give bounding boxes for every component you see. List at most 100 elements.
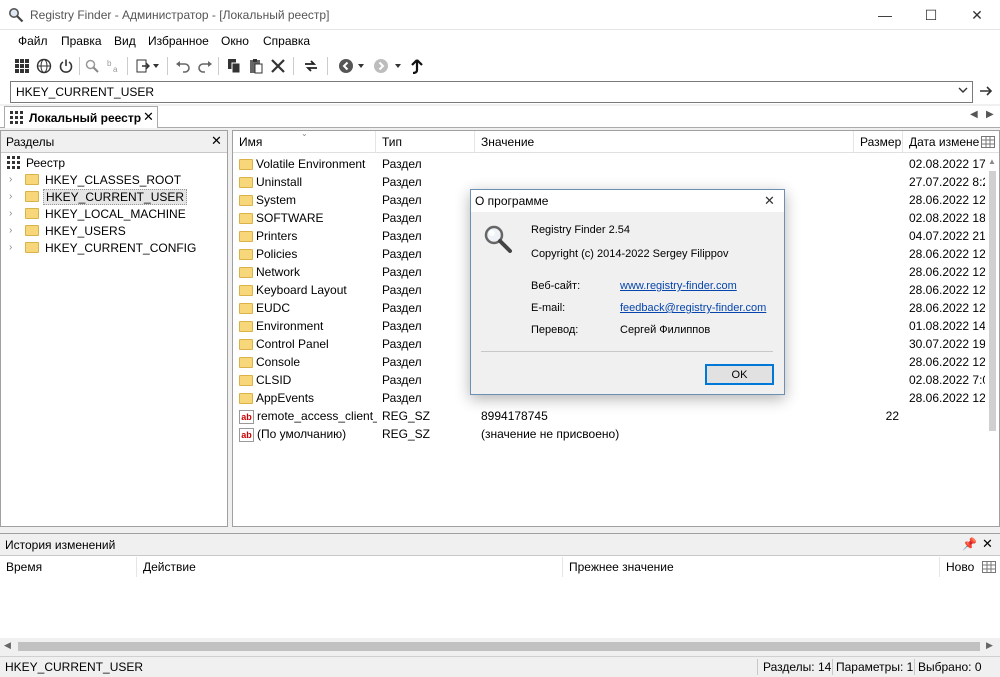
tree-item-hkcr[interactable]: › HKEY_CLASSES_ROOT	[9, 171, 181, 188]
power-registry-button[interactable]	[56, 56, 76, 76]
about-website-link[interactable]: www.registry-finder.com	[620, 280, 737, 292]
close-panel-icon[interactable]: ✕	[982, 536, 993, 552]
expand-chevron-icon[interactable]: ›	[9, 191, 23, 202]
address-input[interactable]	[11, 82, 941, 102]
about-website-label: Веб-сайт:	[531, 280, 581, 292]
hist-col-action[interactable]: Действие	[137, 557, 563, 577]
cell-date: 04.07.2022 21:4...	[909, 227, 985, 245]
cell-name: Printers	[239, 227, 377, 245]
refresh-button[interactable]	[301, 56, 321, 76]
local-registry-button[interactable]	[12, 56, 32, 76]
tree-item-hklm[interactable]: › HKEY_LOCAL_MACHINE	[9, 205, 186, 222]
export-dropdown[interactable]	[150, 56, 162, 76]
back-dropdown[interactable]	[355, 56, 367, 76]
folder-icon	[239, 249, 253, 261]
col-date[interactable]: Дата изменен	[903, 131, 979, 153]
hist-col-old-value[interactable]: Прежнее значение	[563, 557, 940, 577]
cell-text: CLSID	[256, 373, 292, 387]
cell-size	[854, 245, 899, 263]
col-size[interactable]: Размер	[854, 131, 903, 153]
hist-col-time[interactable]: Время	[0, 557, 137, 577]
title-bar: Registry Finder - Администратор - [Локал…	[0, 0, 1000, 30]
horizontal-scrollbar[interactable]: ◀ ▶	[0, 638, 1000, 655]
scroll-right-icon[interactable]: ▶	[986, 640, 993, 651]
vertical-scrollbar[interactable]: ▲	[986, 153, 999, 526]
about-email-link[interactable]: feedback@registry-finder.com	[620, 302, 766, 314]
minimize-button[interactable]: —	[862, 0, 908, 30]
scroll-up-icon[interactable]: ▲	[988, 157, 996, 166]
cell-text: Раздел	[382, 157, 422, 171]
cell-text: Uninstall	[256, 175, 303, 189]
close-window-button[interactable]: ✕	[954, 0, 1000, 30]
up-button[interactable]	[407, 56, 427, 76]
replace-button[interactable]: ba	[104, 56, 124, 76]
scrollbar-thumb[interactable]	[989, 171, 996, 431]
expand-chevron-icon[interactable]: ›	[9, 242, 23, 253]
cell-type: Раздел	[382, 281, 474, 299]
chevron-down-icon[interactable]	[958, 85, 968, 98]
list-item[interactable]: ab remote_access_client_id REG_SZ 899417874…	[233, 407, 999, 425]
tree-item-hkcc[interactable]: › HKEY_CURRENT_CONFIG	[9, 239, 196, 256]
find-button[interactable]	[82, 56, 102, 76]
menu-favorites[interactable]: Избранное	[148, 34, 209, 48]
back-button[interactable]	[336, 56, 356, 76]
close-tab-icon[interactable]: ✕	[143, 109, 154, 125]
back-arrow-icon	[339, 59, 353, 73]
tree-item-label: HKEY_CURRENT_CONFIG	[45, 240, 197, 255]
column-chooser-icon[interactable]	[982, 561, 996, 573]
hist-col-new-value[interactable]: Ново	[940, 557, 980, 577]
forward-button[interactable]	[371, 56, 391, 76]
cell-date: 28.06.2022 12:1...	[909, 281, 985, 299]
undo-button[interactable]	[173, 56, 193, 76]
cell-text: 8994178745	[481, 409, 548, 423]
menu-edit[interactable]: Правка	[61, 34, 102, 48]
cell-size	[854, 353, 899, 371]
chevron-down-icon	[358, 64, 364, 68]
tree-item-hku[interactable]: › HKEY_USERS	[9, 222, 126, 239]
column-chooser-icon[interactable]	[981, 136, 995, 148]
cell-name: ab remote_access_client_id	[239, 407, 377, 425]
go-button[interactable]	[978, 83, 994, 102]
cell-text: 28.06.2022 12:1...	[909, 265, 985, 279]
status-bar: HKEY_CURRENT_USER Разделы: 14 Параметры:…	[0, 656, 1000, 677]
expand-chevron-icon[interactable]: ›	[9, 208, 23, 219]
col-type[interactable]: Тип	[376, 131, 475, 153]
cell-value: (значение не присвоено)	[481, 425, 851, 443]
cell-text: Раздел	[382, 319, 422, 333]
tabs-scroll-left-icon[interactable]: ◀	[970, 109, 978, 120]
close-dialog-icon[interactable]: ✕	[764, 193, 775, 209]
scrollbar-thumb[interactable]	[18, 642, 980, 651]
copy-button[interactable]	[224, 56, 244, 76]
list-item[interactable]: Volatile Environment Раздел 02.08.2022 17:…	[233, 155, 999, 173]
tab-local-registry[interactable]: Локальный реестр ✕	[4, 106, 158, 128]
tree-root[interactable]: Реестр	[7, 154, 65, 171]
close-panel-icon[interactable]: ✕	[211, 133, 222, 149]
menu-window[interactable]: Окно	[221, 34, 249, 48]
forward-dropdown[interactable]	[392, 56, 404, 76]
tree-item-hkcu[interactable]: › HKEY_CURRENT_USER	[9, 188, 188, 205]
menu-view[interactable]: Вид	[114, 34, 136, 48]
menu-file[interactable]: Файл	[18, 34, 48, 48]
tabs-scroll-right-icon[interactable]: ▶	[986, 109, 994, 120]
pin-icon[interactable]: 📌	[962, 537, 977, 551]
list-item[interactable]: ab (По умолчанию) REG_SZ (значение не присв…	[233, 425, 999, 443]
expand-chevron-icon[interactable]: ›	[9, 174, 23, 185]
remote-registry-button[interactable]	[34, 56, 54, 76]
paste-button[interactable]	[246, 56, 266, 76]
cell-value: 8994178745	[481, 407, 851, 425]
address-combobox[interactable]	[10, 81, 973, 103]
cell-text: Раздел	[382, 355, 422, 369]
keys-panel: Разделы ✕ Реестр › HKEY_CLASSES_ROOT › H…	[0, 130, 228, 527]
tree-item-label: HKEY_LOCAL_MACHINE	[45, 206, 186, 221]
ok-button[interactable]: OK	[705, 364, 774, 385]
scroll-left-icon[interactable]: ◀	[4, 640, 11, 651]
col-value[interactable]: Значение	[475, 131, 854, 153]
delete-button[interactable]	[268, 56, 288, 76]
cell-text: Раздел	[382, 211, 422, 225]
paste-icon	[250, 59, 263, 74]
menu-help[interactable]: Справка	[263, 34, 310, 48]
redo-button[interactable]	[195, 56, 215, 76]
maximize-button[interactable]: ☐	[908, 0, 954, 30]
expand-chevron-icon[interactable]: ›	[9, 225, 23, 236]
about-translator: Сергей Филиппов	[620, 324, 711, 336]
